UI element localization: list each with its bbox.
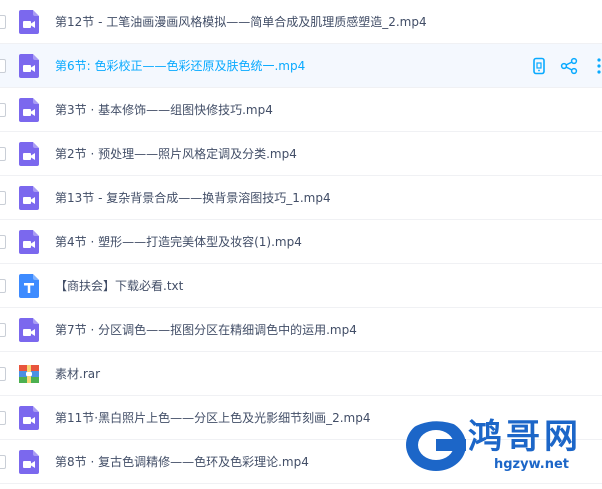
more-icon[interactable]	[590, 57, 602, 75]
row-checkbox[interactable]	[0, 103, 6, 117]
video-file-icon	[19, 230, 39, 254]
video-file-icon	[19, 98, 39, 122]
row-checkbox[interactable]	[0, 235, 6, 249]
watermark-g-icon	[402, 417, 466, 471]
row-checkbox[interactable]	[0, 367, 6, 381]
file-name[interactable]: 第3节 · 基本修饰——组图快修技巧.mp4	[55, 88, 273, 132]
file-name[interactable]: 第13节 - 复杂背景合成——换背景溶图技巧_1.mp4	[55, 176, 331, 220]
video-file-icon	[19, 450, 39, 474]
file-name[interactable]: 素材.rar	[55, 352, 100, 396]
video-file-icon	[19, 318, 39, 342]
file-name[interactable]: 【商扶会】下载必看.txt	[55, 264, 183, 308]
text-file-icon	[19, 274, 39, 298]
file-name[interactable]: 第2节 · 预处理——照片风格定调及分类.mp4	[55, 132, 297, 176]
file-row[interactable]: 第7节 · 分区调色——抠图分区在精细调色中的运用.mp4	[0, 308, 602, 352]
row-checkbox[interactable]	[0, 59, 6, 73]
file-name[interactable]: 第4节 · 塑形——打造完美体型及妆容(1).mp4	[55, 220, 302, 264]
file-name[interactable]: 第12节 - 工笔油画漫画风格模拟——简单合成及肌理质感塑造_2.mp4	[55, 0, 427, 44]
file-row[interactable]: 第6节: 色彩校正——色彩还原及肤色统一.mp4	[0, 44, 602, 88]
row-checkbox[interactable]	[0, 323, 6, 337]
file-name[interactable]: 第6节: 色彩校正——色彩还原及肤色统一.mp4	[55, 44, 305, 88]
file-row[interactable]: 第2节 · 预处理——照片风格定调及分类.mp4	[0, 132, 602, 176]
row-checkbox[interactable]	[0, 147, 6, 161]
file-row[interactable]: 第13节 - 复杂背景合成——换背景溶图技巧_1.mp4	[0, 176, 602, 220]
watermark-url: hgzyw.net	[494, 457, 570, 472]
video-file-icon	[19, 406, 39, 430]
video-file-icon	[19, 186, 39, 210]
row-checkbox[interactable]	[0, 411, 6, 425]
file-row[interactable]: 第4节 · 塑形——打造完美体型及妆容(1).mp4	[0, 220, 602, 264]
watermark-text: 鸿哥网	[468, 417, 582, 457]
video-file-icon	[19, 54, 39, 78]
video-file-icon	[19, 142, 39, 166]
row-checkbox[interactable]	[0, 279, 6, 293]
phone-icon[interactable]	[530, 57, 548, 75]
file-name[interactable]: 第8节 · 复古色调精修——色环及色彩理论.mp4	[55, 440, 309, 484]
row-checkbox[interactable]	[0, 191, 6, 205]
video-file-icon	[19, 10, 39, 34]
row-checkbox[interactable]	[0, 455, 6, 469]
archive-file-icon	[19, 362, 39, 386]
file-name[interactable]: 第11节·黑白照片上色——分区上色及光影细节刻画_2.mp4	[55, 396, 370, 440]
row-checkbox[interactable]	[0, 15, 6, 29]
file-row[interactable]: 第12节 - 工笔油画漫画风格模拟——简单合成及肌理质感塑造_2.mp4	[0, 0, 602, 44]
file-name[interactable]: 第7节 · 分区调色——抠图分区在精细调色中的运用.mp4	[55, 308, 357, 352]
file-row[interactable]: 第3节 · 基本修饰——组图快修技巧.mp4	[0, 88, 602, 132]
file-row[interactable]: 【商扶会】下载必看.txt	[0, 264, 602, 308]
file-row[interactable]: 素材.rar	[0, 352, 602, 396]
share-icon[interactable]	[560, 57, 578, 75]
watermark-logo: 鸿哥网 hgzyw.net	[400, 405, 602, 485]
